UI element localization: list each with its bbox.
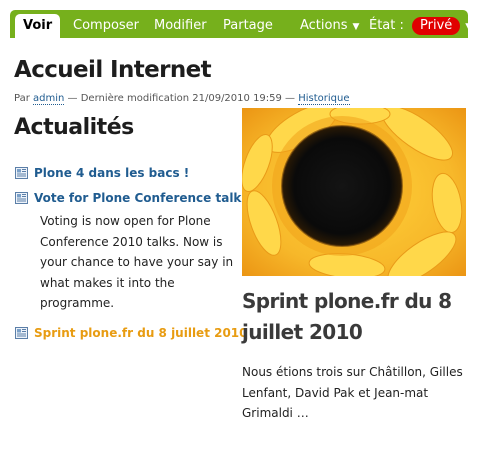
status-badge: Privé: [412, 16, 461, 35]
actions-menu[interactable]: Actions ▼: [300, 14, 359, 38]
tab-compose[interactable]: Composer: [73, 14, 139, 38]
tab-share[interactable]: Partage: [223, 14, 273, 38]
byline-modified: — Dernière modification 21/09/2010 19:59…: [67, 93, 296, 104]
chevron-down-icon: ▼: [352, 22, 360, 32]
tab-view[interactable]: Voir: [15, 14, 61, 40]
page-title: Accueil Internet: [14, 57, 212, 83]
news-item[interactable]: Sprint plone.fr du 8 juillet 2010: [15, 326, 248, 340]
chevron-down-icon: ▼: [465, 22, 473, 32]
tab-edit[interactable]: Modifier: [154, 14, 207, 38]
news-item-title[interactable]: Sprint plone.fr du 8 juillet 2010: [34, 326, 248, 340]
sunflower-image[interactable]: [242, 108, 466, 276]
sunflower-illustration: [242, 108, 466, 276]
actions-menu-label: Actions: [300, 18, 348, 33]
author-link[interactable]: admin: [33, 93, 65, 105]
document-byline: Par admin — Dernière modification 21/09/…: [14, 93, 350, 105]
document-icon: [15, 167, 28, 179]
news-item-description: Voting is now open for Plone Conference …: [40, 214, 234, 310]
document-icon: [15, 327, 28, 339]
feature-title[interactable]: Sprint plone.fr du 8 juillet 2010: [242, 286, 472, 348]
news-item-title[interactable]: Vote for Plone Conference talks: [34, 191, 249, 205]
history-link[interactable]: Historique: [298, 93, 350, 105]
document-icon: [15, 192, 28, 204]
news-heading: Actualités: [14, 115, 134, 140]
news-item[interactable]: Vote for Plone Conference talks: [15, 191, 249, 205]
edit-bar: Voir Composer Modifier Partage Actions ▼ …: [10, 10, 472, 40]
feature-description: Nous étions trois sur Châtillon, Gilles …: [242, 365, 463, 420]
state-menu-label: État :: [369, 18, 404, 33]
news-item[interactable]: Plone 4 dans les bacs !: [15, 166, 189, 180]
news-item-title[interactable]: Plone 4 dans les bacs !: [34, 166, 189, 180]
state-menu[interactable]: État : Privé ▼: [369, 14, 472, 38]
byline-prefix: Par: [14, 93, 30, 104]
